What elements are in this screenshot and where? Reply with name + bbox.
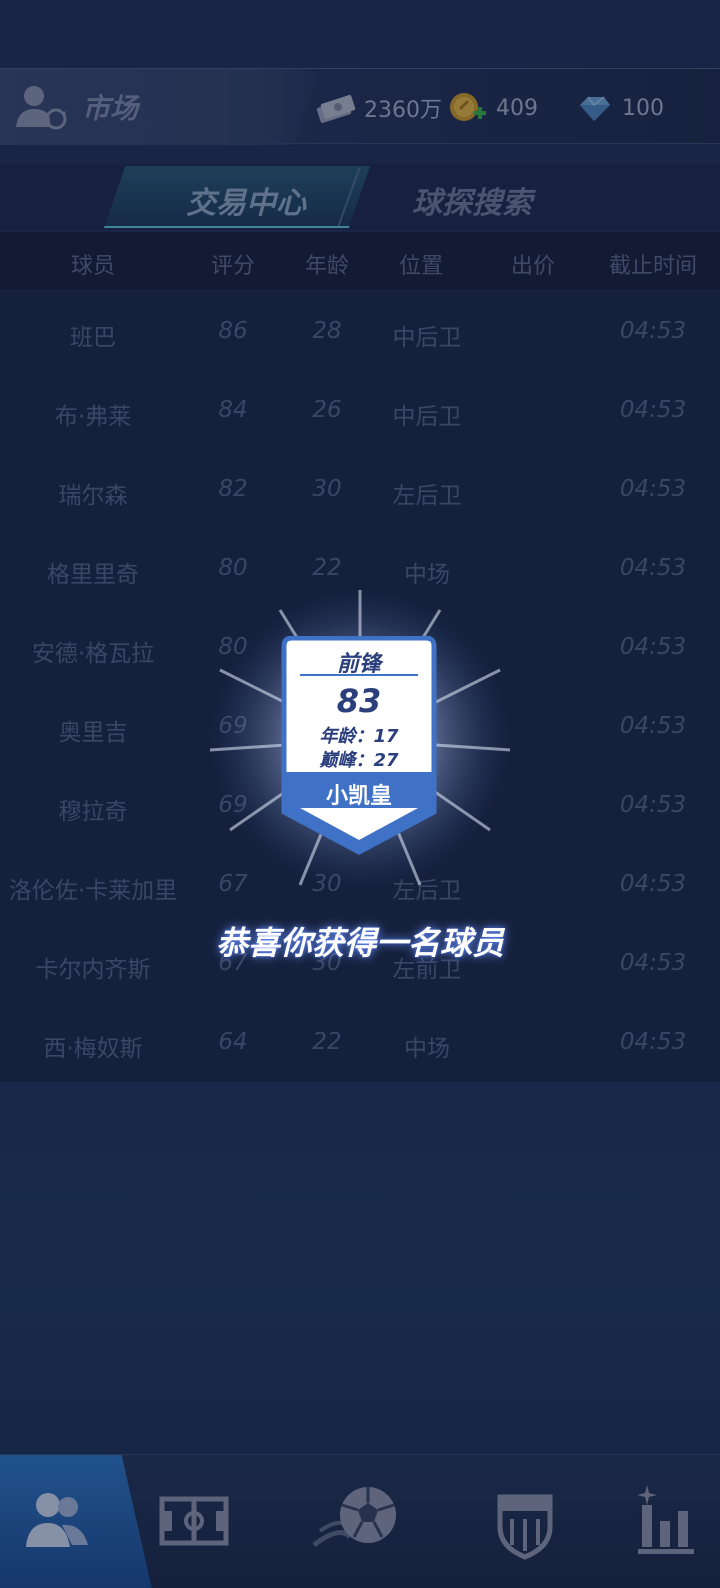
card-age: 年龄：17 [319, 726, 399, 747]
card-player-name: 小凯皇 [325, 784, 392, 809]
player-card[interactable]: 前锋 83 年龄：17 巅峰：27 小凯皇 [280, 636, 438, 856]
card-rating: 83 [336, 682, 382, 720]
congrats-message: 恭喜你获得一名球员 [215, 924, 504, 962]
card-position: 前锋 [336, 652, 381, 677]
card-peak: 巅峰：27 [319, 750, 399, 771]
market-screen: 市场 2360万 409 100 交易中心 球探搜索 球员 评分 年龄 位置 出… [0, 0, 720, 1588]
